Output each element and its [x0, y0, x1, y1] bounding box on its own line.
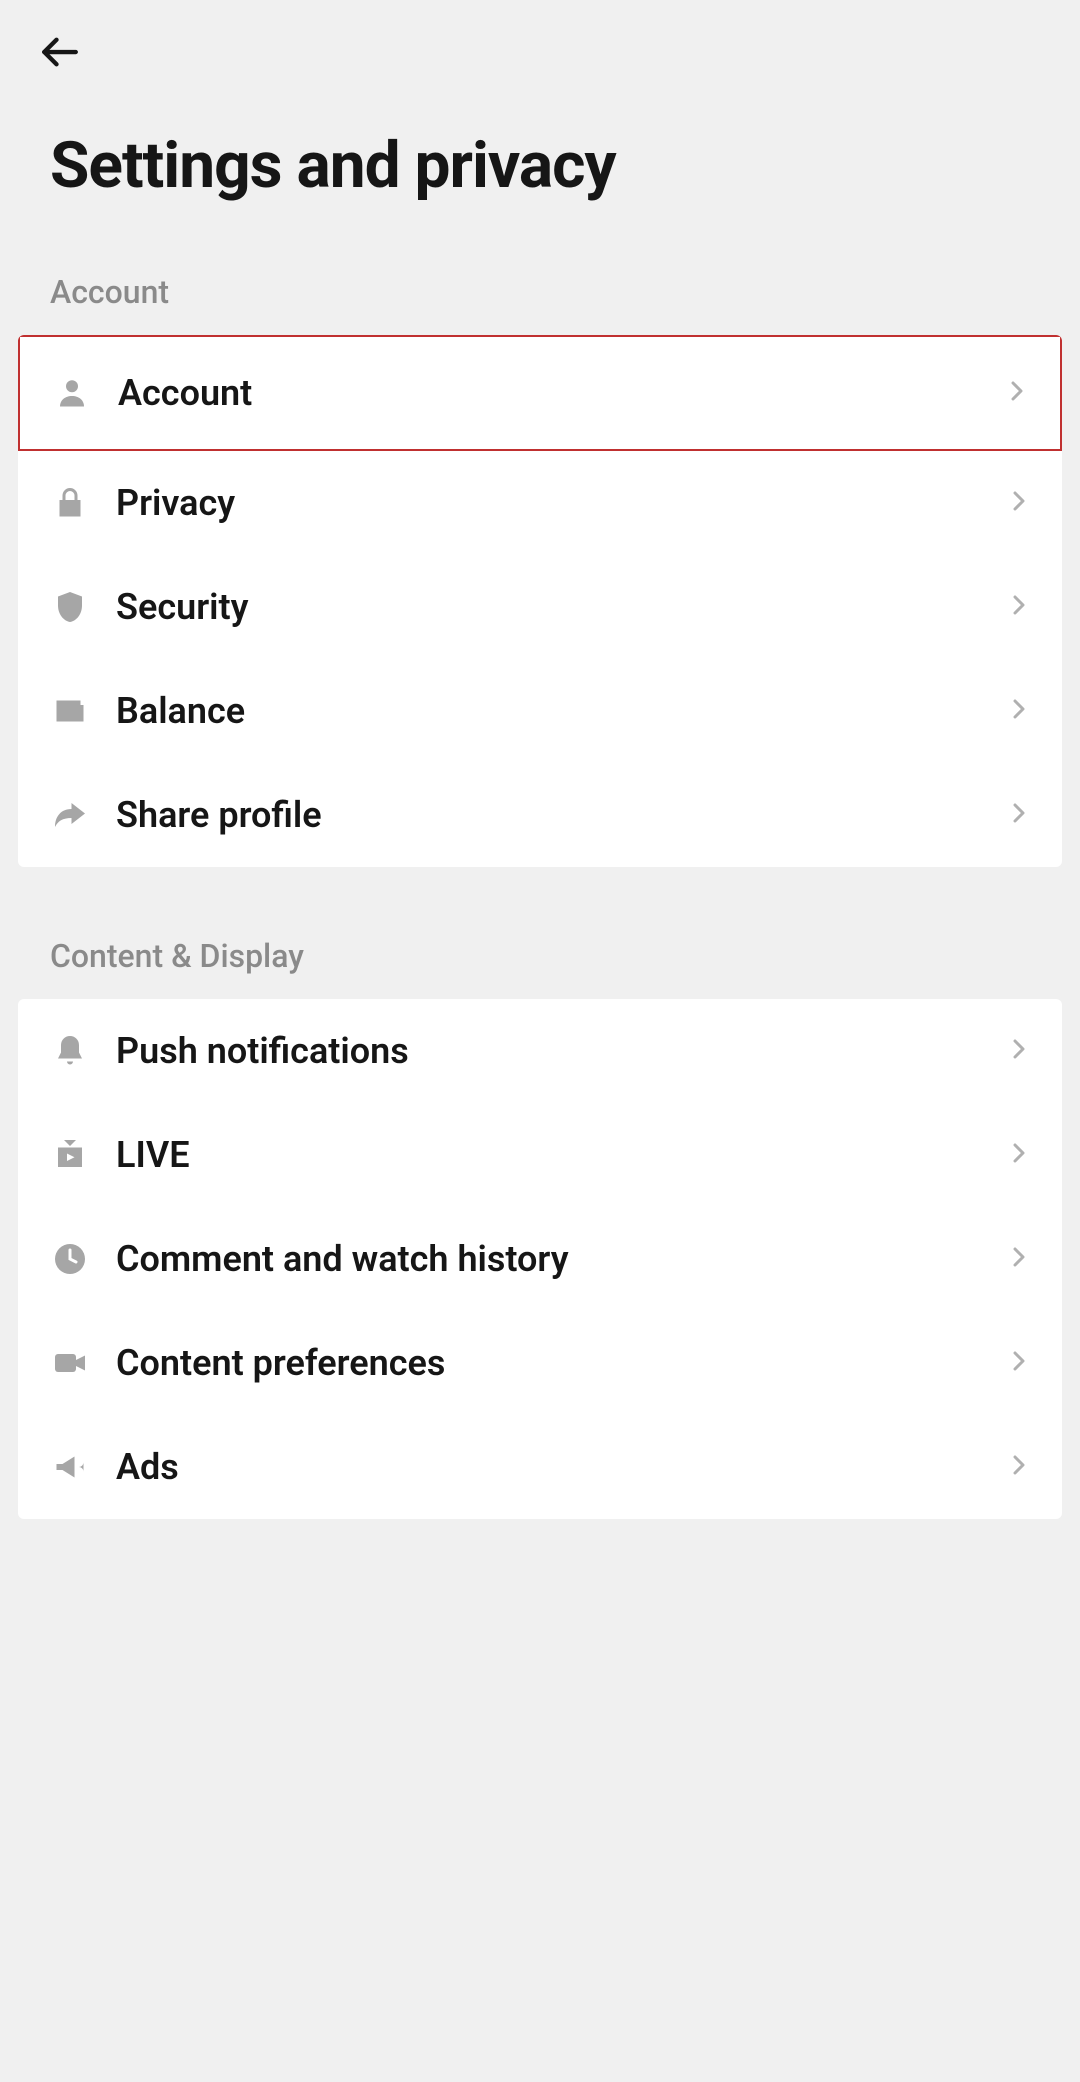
item-label: LIVE — [116, 1134, 1006, 1176]
chevron-right-icon — [1006, 801, 1030, 829]
chevron-right-icon — [1006, 1245, 1030, 1273]
chevron-right-icon — [1006, 1453, 1030, 1481]
list-item-balance[interactable]: Balance — [18, 659, 1062, 763]
section-header-content-display: Content & Display — [50, 937, 1080, 975]
list-item-live[interactable]: LIVE — [18, 1103, 1062, 1207]
item-label: Privacy — [116, 482, 1006, 524]
chevron-right-icon — [1004, 379, 1028, 407]
back-button[interactable] — [36, 30, 84, 78]
chevron-right-icon — [1006, 593, 1030, 621]
share-icon — [50, 795, 90, 835]
chevron-right-icon — [1006, 489, 1030, 517]
section-header-account: Account — [50, 273, 1080, 311]
item-label: Content preferences — [116, 1342, 1006, 1384]
item-label: Account — [118, 372, 1004, 414]
content-display-section-card: Push notifications LIVE Comment and watc… — [18, 999, 1062, 1519]
item-label: Push notifications — [116, 1030, 1006, 1072]
list-item-share-profile[interactable]: Share profile — [18, 763, 1062, 867]
chevron-right-icon — [1006, 1141, 1030, 1169]
item-label: Balance — [116, 690, 1006, 732]
back-arrow-icon — [39, 31, 81, 77]
bell-icon — [50, 1031, 90, 1071]
chevron-right-icon — [1006, 697, 1030, 725]
list-item-content-preferences[interactable]: Content preferences — [18, 1311, 1062, 1415]
item-label: Comment and watch history — [116, 1238, 1006, 1280]
megaphone-icon — [50, 1447, 90, 1487]
page-title: Settings and privacy — [50, 128, 1044, 203]
item-label: Security — [116, 586, 1006, 628]
tv-icon — [50, 1135, 90, 1175]
list-item-privacy[interactable]: Privacy — [18, 451, 1062, 555]
list-item-account[interactable]: Account — [18, 335, 1062, 451]
shield-icon — [50, 587, 90, 627]
clock-icon — [50, 1239, 90, 1279]
item-label: Share profile — [116, 794, 1006, 836]
video-icon — [50, 1343, 90, 1383]
account-section-card: Account Privacy Security — [18, 335, 1062, 867]
item-label: Ads — [116, 1446, 1006, 1488]
wallet-icon — [50, 691, 90, 731]
list-item-push-notifications[interactable]: Push notifications — [18, 999, 1062, 1103]
list-item-security[interactable]: Security — [18, 555, 1062, 659]
list-item-ads[interactable]: Ads — [18, 1415, 1062, 1519]
lock-icon — [50, 483, 90, 523]
chevron-right-icon — [1006, 1349, 1030, 1377]
person-icon — [52, 373, 92, 413]
list-item-comment-watch-history[interactable]: Comment and watch history — [18, 1207, 1062, 1311]
chevron-right-icon — [1006, 1037, 1030, 1065]
